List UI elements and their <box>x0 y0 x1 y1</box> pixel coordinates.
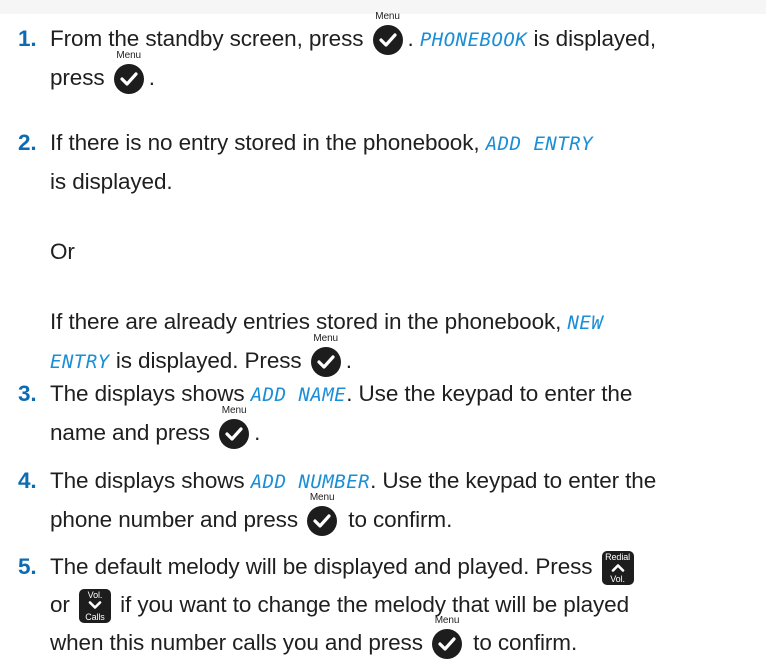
lcd-text: ADD ENTRY <box>485 133 594 155</box>
menu-key-label: Menu <box>309 492 335 504</box>
menu-key-label: Menu <box>221 405 247 417</box>
chevron-down-icon <box>88 601 102 609</box>
step-line: If there is no entry stored in the phone… <box>50 124 758 163</box>
step-text: From the standby screen, press <box>50 26 364 51</box>
step-line: The displays shows ADD NAME. Use the key… <box>50 375 758 414</box>
step-text: If there are already entries stored in t… <box>50 309 562 334</box>
step-text: The displays shows <box>50 468 245 493</box>
menu-key: Menu <box>372 11 406 56</box>
step-line: The default melody will be displayed and… <box>50 548 758 586</box>
step-text: when this number calls you and press <box>50 630 423 655</box>
calls-down-key: Vol. Calls <box>78 589 111 624</box>
menu-key: Menu <box>306 492 340 537</box>
step-line: The displays shows ADD NUMBER. Use the k… <box>50 462 758 501</box>
step-4: 4. The displays shows ADD NUMBER. Use th… <box>18 462 758 539</box>
step-text: . <box>148 65 155 90</box>
step-number: 5. <box>18 554 37 579</box>
step-text: phone number and press <box>50 507 298 532</box>
step-text: if you want to change the melody that wi… <box>120 592 629 617</box>
step-text: press <box>50 65 105 90</box>
lcd-text: ENTRY <box>50 351 110 373</box>
check-icon <box>310 347 341 378</box>
step-2: 2. If there is no entry stored in the ph… <box>18 124 758 381</box>
redial-key-label: Redial <box>605 552 631 563</box>
menu-key: Menu <box>310 333 344 378</box>
step-number: 4. <box>18 468 37 493</box>
step-number: 3. <box>18 381 37 406</box>
lcd-text: ADD NAME <box>250 384 347 406</box>
step-text: The default melody will be displayed and… <box>50 554 593 579</box>
chevron-up-icon <box>611 564 624 572</box>
menu-key-label: Menu <box>313 333 339 345</box>
step-text: is displayed, <box>527 26 656 51</box>
step-text: . Use the keypad to enter the <box>370 468 657 493</box>
step-text: . <box>254 420 261 445</box>
step-text: is displayed. Press <box>109 348 302 373</box>
calls-key-label: Calls <box>85 612 105 623</box>
step-line: phone number and press Menu to confirm. <box>50 492 758 539</box>
or-separator: Or <box>50 239 75 264</box>
step-5: 5. The default melody will be displayed … <box>18 548 758 662</box>
lcd-text: ADD NUMBER <box>250 471 371 493</box>
menu-key-label: Menu <box>116 50 141 62</box>
step-line: when this number calls you and press Men… <box>50 615 758 662</box>
step-text: . Use the keypad to enter the <box>346 381 633 406</box>
step-text: to confirm. <box>473 630 578 655</box>
step-text: . <box>345 348 352 373</box>
menu-key: Menu <box>218 405 252 450</box>
step-line: press Menu . <box>50 50 758 97</box>
check-icon <box>113 64 144 95</box>
step-3: 3. The displays shows ADD NAME. Use the … <box>18 375 758 452</box>
step-text: or <box>50 592 70 617</box>
menu-key: Menu <box>431 615 465 660</box>
menu-key: Menu <box>113 50 147 95</box>
lcd-text: PHONEBOOK <box>419 29 528 51</box>
step-1: 1. From the standby screen, press Menu .… <box>18 11 758 97</box>
redial-up-key: Redial Vol. <box>601 551 634 586</box>
step-text: If there is no entry stored in the phone… <box>50 130 480 155</box>
menu-key-label: Menu <box>375 11 400 23</box>
menu-key-label: Menu <box>434 615 460 627</box>
step-text: name and press <box>50 420 210 445</box>
step-number: 1. <box>18 26 37 51</box>
step-line: or Vol. Calls if you want to change the … <box>50 586 758 624</box>
vol-key-label: Vol. <box>87 590 103 601</box>
check-icon <box>307 506 338 537</box>
step-text: to confirm. <box>348 507 453 532</box>
step-line: If there are already entries stored in t… <box>50 303 758 342</box>
check-icon <box>432 629 463 660</box>
check-icon <box>372 25 403 56</box>
lcd-text: NEW <box>567 312 604 334</box>
check-icon <box>219 419 250 450</box>
step-text: The displays shows <box>50 381 245 406</box>
step-number: 2. <box>18 130 37 155</box>
step-line: From the standby screen, press Menu . PH… <box>50 11 758 59</box>
step-line: name and press Menu . <box>50 405 758 452</box>
vol-key-label: Vol. <box>610 574 625 585</box>
step-text: is displayed. <box>50 169 173 194</box>
